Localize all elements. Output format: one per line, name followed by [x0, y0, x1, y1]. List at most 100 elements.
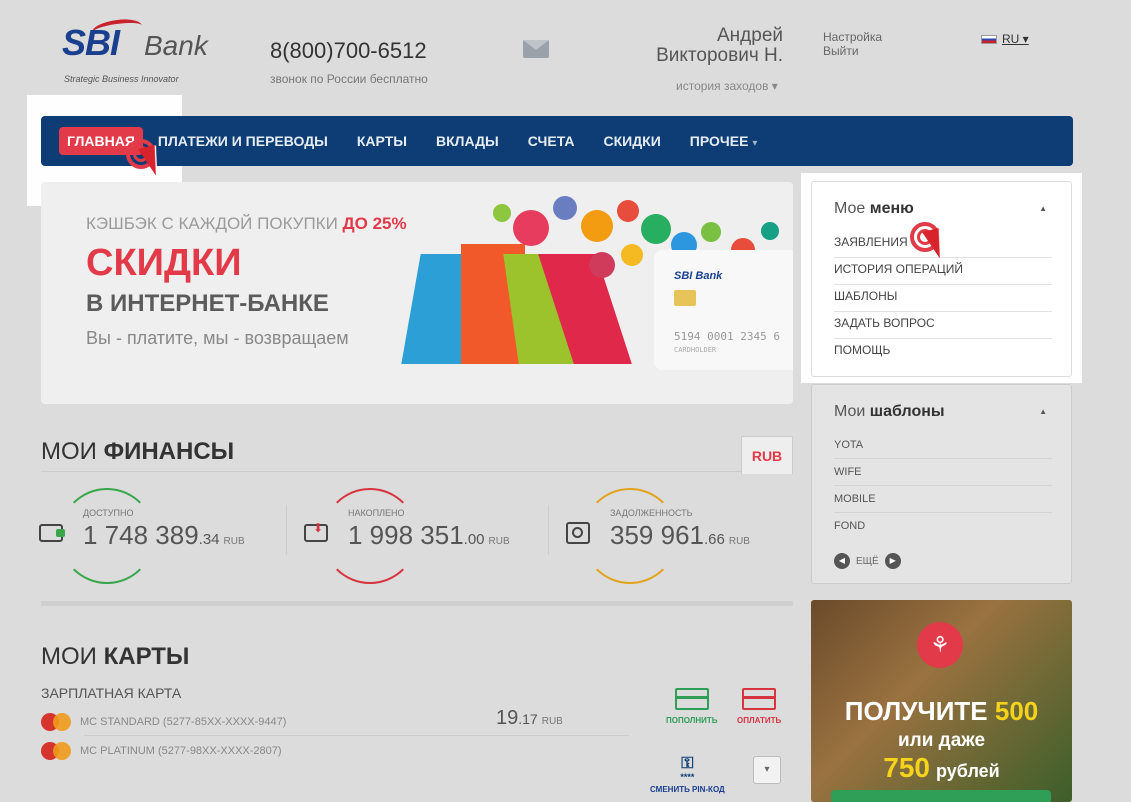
templates-more[interactable]: ЕЩЁ [856, 556, 879, 567]
template-item[interactable]: FOND [834, 520, 1052, 539]
nav-other-label: ПРОЧЕЕ [689, 133, 749, 149]
card-chip-icon [674, 290, 696, 306]
pay-label: ОПЛАТИТЬ [737, 716, 782, 725]
my-menu-panel: Мое меню ▲ ЗАЯВЛЕНИЯ ИСТОРИЯ ОПЕРАЦИЙ ША… [811, 181, 1072, 377]
mastercard-icon [41, 742, 71, 760]
bubble-icon [513, 210, 549, 246]
stat-value-main: 359 961 [610, 520, 704, 550]
stat-label: НАКОПЛЕНО [348, 508, 405, 518]
language-selector[interactable]: RU ▾ [981, 32, 1029, 46]
my-menu-title-bold: меню [869, 200, 914, 217]
change-pin-label: СМЕНИТЬ PIN-КОД [650, 785, 725, 794]
stat-value-decimals: .34 [198, 531, 220, 548]
topup-button[interactable]: ПОПОЛНИТЬ [666, 688, 718, 725]
card-logo: SBI Bank [674, 270, 723, 282]
bubble-icon [553, 196, 577, 220]
finances-title-prefix: МОИ [41, 438, 97, 465]
click-pointer-icon [910, 222, 956, 272]
hotline-note: звонок по России бесплатно [270, 72, 428, 86]
change-pin-button[interactable]: ⚿ **** СМЕНИТЬ PIN-КОД [650, 755, 725, 795]
nav-other[interactable]: ПРОЧЕЕ ▾ [690, 133, 758, 149]
promo-line3: 750 рублей [811, 752, 1072, 784]
user-name: Андрей Викторович Н. [620, 26, 783, 66]
my-menu-title-prefix: Мое [834, 200, 866, 217]
nav-cards[interactable]: КАРТЫ [357, 133, 407, 149]
templates-title-prefix: Мои [834, 403, 866, 420]
messages-envelope-icon[interactable] [523, 40, 549, 58]
templates-title-bold: шаблоны [869, 403, 945, 420]
bank-page: SBI Bank Strategic Business Innovator 8(… [0, 0, 1131, 802]
template-item[interactable]: MOBILE [834, 493, 1052, 513]
deposit-icon: ⬇ [304, 522, 328, 542]
template-item[interactable]: WIFE [834, 466, 1052, 486]
card-number: 5194 0001 2345 6 [674, 330, 780, 343]
chevron-left-icon[interactable]: ◀ [834, 553, 850, 569]
stat-value-main: 1 748 389 [83, 520, 199, 550]
dancers-icon: ⚘ [917, 622, 963, 668]
hotline-phone: 8(800)700-6512 [270, 38, 427, 63]
stat-label: ДОСТУПНО [83, 508, 134, 518]
bubble-icon [493, 204, 511, 222]
pin-stars: **** [680, 772, 695, 782]
menu-item-templates[interactable]: ШАБЛОНЫ [834, 289, 1052, 312]
nav-payments[interactable]: ПЛАТЕЖИ И ПЕРЕВОДЫ [158, 133, 328, 149]
cards-title-bold: КАРТЫ [103, 643, 190, 670]
promo-line2: или даже [897, 730, 986, 751]
collapse-icon[interactable]: ▲ [1039, 407, 1047, 416]
currency-tab-rub[interactable]: RUB [741, 436, 793, 474]
login-history-link[interactable]: история заходов ▾ [676, 79, 778, 93]
templates-title: Мои шаблоны [834, 403, 945, 421]
bubble-icon [589, 252, 615, 278]
chevron-right-icon[interactable]: ▶ [884, 553, 901, 569]
stat-value-decimals: .00 [463, 531, 485, 548]
promo-line1-num: 500 [994, 696, 1039, 726]
banner-subheadline: В ИНТЕРНЕТ-БАНКЕ [86, 290, 329, 317]
banner-slogan: Вы - платите, мы - возвращаем [86, 328, 349, 348]
stat-value-main: 1 998 351 [348, 520, 464, 550]
promo-banner[interactable]: КЭШБЭК С КАЖДОЙ ПОКУПКИ ДО 25% СКИДКИ В … [41, 182, 793, 404]
finances-title: МОИ ФИНАНСЫ [41, 438, 234, 466]
stat-value: 1 748 389.34 RUB [83, 520, 245, 551]
wallet-icon [39, 524, 65, 542]
user-first-name: Андрей [717, 25, 783, 46]
promo-button[interactable] [831, 790, 1051, 802]
card-balance: 19.17 RUB [496, 707, 563, 730]
nav-discounts[interactable]: СКИДКИ [603, 133, 660, 149]
settings-link[interactable]: Настройка [823, 30, 882, 44]
logout-link[interactable]: Выйти [823, 44, 882, 58]
pay-card-icon [742, 688, 777, 710]
templates-pager: ◀ ЕЩЁ ▶ [834, 553, 901, 569]
section-divider [41, 601, 793, 606]
card-dropdown-button[interactable]: ▾ [753, 756, 781, 784]
logo-tagline: Strategic Business Innovator [64, 74, 179, 84]
card-row[interactable]: MC PLATINUM (5277-98XX-XXXX-2807) [41, 742, 282, 760]
template-item[interactable]: YOTA [834, 439, 1052, 459]
nav-accounts[interactable]: СЧЕТА [528, 133, 575, 149]
bank-logo[interactable]: SBI Bank Strategic Business Innovator [62, 16, 222, 88]
my-templates-panel: Мои шаблоны ▲ YOTA WIFE MOBILE FOND ◀ ЕЩ… [811, 384, 1072, 584]
card-balance-decimals: .17 [518, 711, 538, 727]
promo-side-banner[interactable]: ⚘ ПОЛУЧИТЕ 500 или даже 750 рублей [811, 600, 1072, 802]
pay-button[interactable]: ОПЛАТИТЬ [737, 688, 781, 725]
mastercard-icon [41, 713, 71, 731]
bubble-icon [581, 210, 613, 242]
chevron-down-icon: ▾ [752, 138, 758, 149]
card-row[interactable]: MC STANDARD (5277-85XX-XXXX-9447) [41, 713, 286, 731]
promo-line3-suffix: рублей [936, 761, 1000, 781]
russia-flag-icon [981, 34, 997, 44]
card-balance-main: 19 [496, 707, 519, 729]
stat-value-decimals: .66 [703, 531, 725, 548]
promo-line1: ПОЛУЧИТЕ 500 [811, 696, 1072, 727]
logo-sub-text: Bank [144, 30, 208, 61]
banner-headline: СКИДКИ [86, 242, 242, 284]
banner-cashback: КЭШБЭК С КАЖДОЙ ПОКУПКИ ДО 25% [86, 214, 407, 234]
menu-item-help[interactable]: ПОМОЩЬ [834, 343, 1052, 365]
menu-item-ask[interactable]: ЗАДАТЬ ВОПРОС [834, 316, 1052, 339]
nav-deposits[interactable]: ВКЛАДЫ [436, 133, 499, 149]
bubble-icon [617, 200, 639, 222]
collapse-icon[interactable]: ▲ [1039, 204, 1047, 213]
user-last-name: Викторович Н. [656, 45, 783, 66]
card-holder: CARDHOLDER [674, 346, 717, 354]
banner-cashback-prefix: КЭШБЭК С КАЖДОЙ ПОКУПКИ [86, 214, 338, 233]
key-icon: ⚿ [681, 755, 694, 772]
